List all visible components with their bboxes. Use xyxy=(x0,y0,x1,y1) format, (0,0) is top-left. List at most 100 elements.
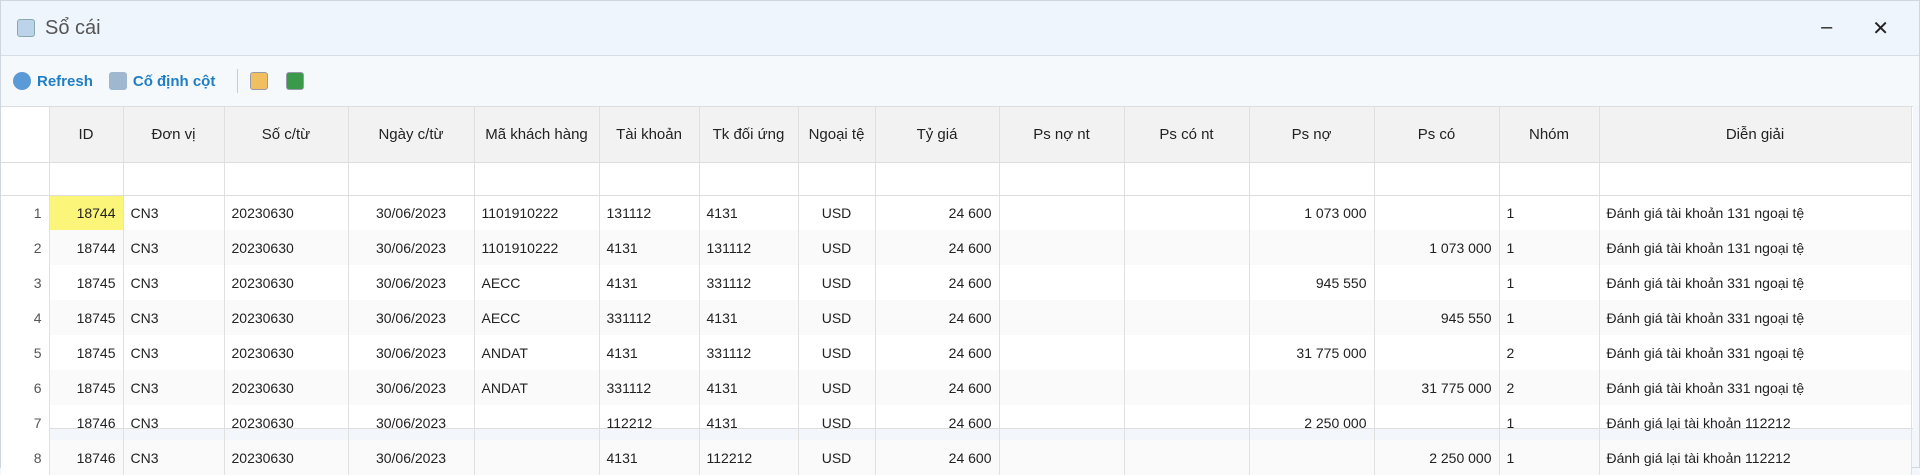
table-cell[interactable]: 18745 xyxy=(49,265,124,300)
refresh-button[interactable]: Refresh xyxy=(13,72,93,90)
table-cell[interactable]: 331112 xyxy=(599,370,700,405)
filter-input[interactable] xyxy=(875,162,1000,196)
table-cell[interactable]: 131112 xyxy=(599,195,700,230)
table-row[interactable]: 6 18745 CN3 20230630 30/06/2023 ANDAT 331112 41… xyxy=(1,370,1912,405)
filter-input[interactable] xyxy=(1249,162,1375,196)
table-row[interactable]: 2 18744 CN3 20230630 30/06/2023 1101910222 413… xyxy=(1,230,1912,265)
table-cell[interactable] xyxy=(474,440,600,475)
table-cell[interactable] xyxy=(999,195,1125,230)
table-cell[interactable]: CN3 xyxy=(123,370,225,405)
table-cell[interactable] xyxy=(999,300,1125,335)
table-cell[interactable]: 30/06/2023 xyxy=(348,230,475,265)
table-cell[interactable]: 20230630 xyxy=(224,405,349,440)
table-cell[interactable]: 20230630 xyxy=(224,195,349,230)
table-cell[interactable] xyxy=(1374,335,1500,370)
table-cell[interactable]: 20230630 xyxy=(224,370,349,405)
table-cell[interactable]: 30/06/2023 xyxy=(348,335,475,370)
table-cell[interactable] xyxy=(1124,195,1250,230)
table-cell[interactable]: ANDAT xyxy=(474,335,600,370)
table-cell[interactable]: Đánh giá lại tài khoản 112212 xyxy=(1599,440,1912,475)
table-cell[interactable]: USD xyxy=(798,265,876,300)
table-cell[interactable]: 1 xyxy=(1499,405,1600,440)
filter-input[interactable] xyxy=(123,162,225,196)
column-header[interactable]: ID xyxy=(49,107,124,163)
table-cell[interactable]: 1101910222 xyxy=(474,230,600,265)
table-cell[interactable]: 18744 xyxy=(49,195,124,230)
table-cell[interactable] xyxy=(1249,440,1375,475)
table-cell[interactable]: 20230630 xyxy=(224,440,349,475)
table-cell[interactable] xyxy=(999,405,1125,440)
column-header[interactable]: Tài khoản xyxy=(599,107,700,163)
table-cell[interactable]: 1 xyxy=(1499,440,1600,475)
table-cell[interactable]: CN3 xyxy=(123,335,225,370)
table-cell[interactable] xyxy=(1124,440,1250,475)
table-cell[interactable]: 4131 xyxy=(599,230,700,265)
table-cell[interactable]: USD xyxy=(798,230,876,265)
table-cell[interactable] xyxy=(1124,230,1250,265)
column-header[interactable]: Nhóm xyxy=(1499,107,1600,163)
table-cell[interactable] xyxy=(1374,405,1500,440)
table-cell[interactable]: 4131 xyxy=(599,265,700,300)
filter-input[interactable] xyxy=(1124,162,1250,196)
table-cell[interactable]: CN3 xyxy=(123,230,225,265)
table-cell[interactable]: 2 xyxy=(1499,370,1600,405)
table-cell[interactable]: 4131 xyxy=(699,370,799,405)
table-cell[interactable]: 331112 xyxy=(699,265,799,300)
table-cell[interactable]: 1 xyxy=(1499,195,1600,230)
table-cell[interactable]: Đánh giá tài khoản 331 ngoại tệ xyxy=(1599,370,1912,405)
table-cell[interactable]: CN3 xyxy=(123,195,225,230)
table-cell[interactable]: Đánh giá tài khoản 331 ngoại tệ xyxy=(1599,335,1912,370)
table-cell[interactable] xyxy=(999,230,1125,265)
table-cell[interactable]: 20230630 xyxy=(224,300,349,335)
table-cell[interactable] xyxy=(999,335,1125,370)
column-header[interactable]: Ngày c/từ xyxy=(348,107,475,163)
table-cell[interactable]: 30/06/2023 xyxy=(348,370,475,405)
table-cell[interactable]: 24 600 xyxy=(875,230,1000,265)
table-cell[interactable]: 20230630 xyxy=(224,230,349,265)
column-header[interactable]: Ps có xyxy=(1374,107,1500,163)
table-cell[interactable]: 18745 xyxy=(49,335,124,370)
table-cell[interactable]: 112212 xyxy=(699,440,799,475)
column-header[interactable]: Diễn giải xyxy=(1599,107,1912,163)
table-cell[interactable]: 24 600 xyxy=(875,405,1000,440)
table-cell[interactable]: 24 600 xyxy=(875,370,1000,405)
table-cell[interactable] xyxy=(1124,405,1250,440)
filter-input[interactable] xyxy=(348,162,475,196)
table-cell[interactable] xyxy=(1124,370,1250,405)
table-cell[interactable]: 1 073 000 xyxy=(1374,230,1500,265)
table-cell[interactable]: 4131 xyxy=(599,335,700,370)
table-cell[interactable]: 30/06/2023 xyxy=(348,195,475,230)
table-cell[interactable]: 24 600 xyxy=(875,195,1000,230)
table-cell[interactable]: 4131 xyxy=(699,405,799,440)
freeze-columns-button[interactable]: Cố định cột xyxy=(108,72,215,90)
filter-input[interactable] xyxy=(1374,162,1500,196)
table-cell[interactable] xyxy=(1249,370,1375,405)
column-header[interactable]: Ps có nt xyxy=(1124,107,1250,163)
table-cell[interactable]: USD xyxy=(798,335,876,370)
table-row[interactable]: 4 18745 CN3 20230630 30/06/2023 AECC 331112 413… xyxy=(1,300,1912,335)
filter-input[interactable] xyxy=(699,162,799,196)
table-cell[interactable]: 112212 xyxy=(599,405,700,440)
filter-input[interactable] xyxy=(798,162,876,196)
column-header[interactable]: Ps nợ xyxy=(1249,107,1375,163)
filter-input[interactable] xyxy=(599,162,700,196)
column-header[interactable]: Ngoại tệ xyxy=(798,107,876,163)
column-header[interactable]: Tk đối ứng xyxy=(699,107,799,163)
table-cell[interactable]: 4131 xyxy=(599,440,700,475)
table-row[interactable]: 8 18746 CN3 20230630 30/06/2023 4131 112212 USD… xyxy=(1,440,1912,475)
table-cell[interactable]: USD xyxy=(798,195,876,230)
column-header[interactable]: Số c/từ xyxy=(224,107,349,163)
column-header[interactable]: Mã khách hàng xyxy=(474,107,600,163)
table-cell[interactable]: 31 775 000 xyxy=(1249,335,1375,370)
table-cell[interactable] xyxy=(1124,265,1250,300)
table-row[interactable]: 5 18745 CN3 20230630 30/06/2023 ANDAT 4131 3311… xyxy=(1,335,1912,370)
table-row[interactable]: 7 18746 CN3 20230630 30/06/2023 112212 4131 USD… xyxy=(1,405,1912,440)
column-header[interactable]: Tỷ giá xyxy=(875,107,1000,163)
table-cell[interactable]: 24 600 xyxy=(875,335,1000,370)
table-cell[interactable] xyxy=(999,440,1125,475)
table-cell[interactable]: USD xyxy=(798,370,876,405)
table-cell[interactable]: Đánh giá tài khoản 331 ngoại tệ xyxy=(1599,300,1912,335)
table-cell[interactable]: 331112 xyxy=(699,335,799,370)
table-cell[interactable] xyxy=(474,405,600,440)
table-cell[interactable]: 18744 xyxy=(49,230,124,265)
